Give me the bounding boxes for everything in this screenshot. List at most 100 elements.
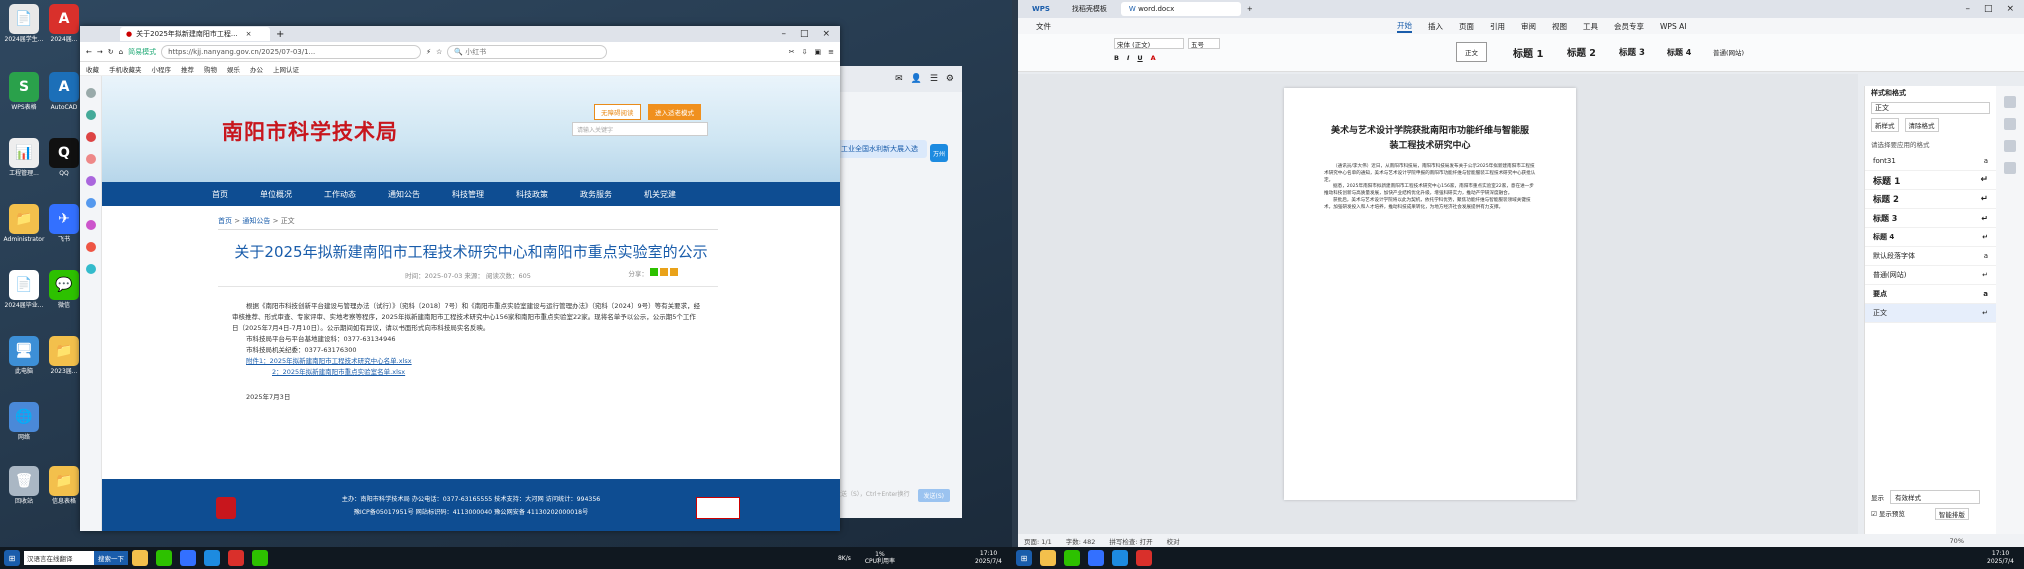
style-h3[interactable]: 标题 3 — [1610, 42, 1654, 62]
status-proof[interactable]: 校对 — [1167, 536, 1180, 546]
crumb-section[interactable]: 通知公告 — [242, 217, 270, 225]
maximize-icon[interactable]: □ — [800, 29, 809, 39]
menu-file[interactable]: 文件 — [1036, 21, 1051, 32]
menu-tools[interactable]: 工具 — [1583, 21, 1598, 32]
desktop-icon[interactable]: 📁 Administrator — [2, 204, 46, 243]
menu-ref[interactable]: 引用 — [1490, 21, 1505, 32]
desktop-icon[interactable]: 📄 2024届学生... — [2, 4, 46, 43]
bookmark-item[interactable]: 推荐 — [181, 64, 194, 74]
gear-icon[interactable]: ⚙ — [946, 74, 954, 84]
style-item[interactable]: 标题 2 ↵ — [1865, 190, 1996, 209]
italic-icon[interactable]: I — [1127, 54, 1129, 62]
menu-icon[interactable]: ≡ — [828, 48, 834, 56]
weibo-share-icon[interactable] — [670, 268, 678, 276]
windows-start-icon[interactable]: ⊞ — [4, 550, 20, 566]
tools-icon[interactable] — [2004, 162, 2016, 174]
document-page[interactable]: 美术与艺术设计学院获批南阳市功能纤维与智能服装工程技术研究中心 （通讯员/李大伟… — [1284, 88, 1576, 500]
chat-bubble[interactable]: 工业全国水利新大展入选 — [837, 140, 927, 158]
cert-badge[interactable]: 简易模式 — [128, 47, 156, 57]
bookmark-item[interactable]: 上网认证 — [273, 64, 299, 74]
star-icon[interactable]: ☆ — [436, 48, 442, 56]
pen-icon[interactable] — [2004, 96, 2016, 108]
sidebar-icon[interactable] — [85, 132, 96, 142]
gov-error-badge-icon[interactable] — [696, 497, 740, 519]
desktop-icon[interactable]: 🗑 回收站 — [2, 466, 46, 505]
desktop-icon[interactable]: 📊 工程管理... — [2, 138, 46, 177]
minimize-icon[interactable]: – — [781, 29, 786, 39]
menu-home[interactable]: 开始 — [1397, 20, 1412, 33]
font-size-select[interactable]: 五号 — [1188, 38, 1220, 49]
sidebar-icon[interactable] — [85, 154, 96, 164]
download-icon[interactable]: ⇩ — [802, 48, 808, 56]
barrier-free-button[interactable]: 无障碍阅读 — [594, 104, 641, 120]
scissors-icon[interactable]: ✂ — [789, 48, 795, 56]
font-name-select[interactable]: 宋体 (正文) — [1114, 38, 1184, 49]
style-item[interactable]: 普通(网站) ↵ — [1865, 266, 1996, 285]
wechat-icon[interactable] — [1064, 550, 1080, 566]
menu-page[interactable]: 页面 — [1459, 21, 1474, 32]
tab-doc[interactable]: W word.docx — [1120, 2, 1241, 16]
site-logo[interactable]: 南阳市科学技术局 — [222, 116, 398, 146]
chat-tag[interactable]: 万州 — [930, 144, 948, 162]
nav-item[interactable]: 机关党建 — [644, 189, 676, 200]
tab-wps[interactable]: WPS — [1024, 2, 1058, 16]
user-icon[interactable]: 👤 — [911, 74, 922, 84]
status-words[interactable]: 字数: 482 — [1066, 536, 1096, 546]
new-style-button[interactable]: 新样式 — [1871, 118, 1899, 132]
nav-item[interactable]: 首页 — [212, 189, 228, 200]
menu-view[interactable]: 视图 — [1552, 21, 1567, 32]
qq-share-icon[interactable] — [659, 268, 668, 276]
search-input[interactable]: 🔍 小红书 — [447, 44, 608, 59]
style-item[interactable]: 要点 a — [1865, 285, 1996, 304]
bookmark-item[interactable]: 手机收藏夹 — [109, 64, 142, 74]
style-item[interactable]: 标题 4 ↵ — [1865, 228, 1996, 247]
style-item[interactable]: 标题 3 ↵ — [1865, 209, 1996, 228]
bookmark-item[interactable]: 小程序 — [152, 64, 172, 74]
nav-item[interactable]: 科技政策 — [516, 189, 548, 200]
bolt-icon[interactable]: ⚡ — [426, 48, 431, 56]
home-icon[interactable]: ⌂ — [119, 48, 123, 56]
explorer-icon[interactable] — [1040, 550, 1056, 566]
style-normal[interactable]: 正文 — [1456, 42, 1487, 62]
bookmark-item[interactable]: 娱乐 — [227, 64, 240, 74]
taskbar-search-button[interactable]: 搜索一下 — [94, 551, 128, 565]
crumb-home[interactable]: 首页 — [218, 217, 232, 225]
zoom-level[interactable]: 70% — [1950, 537, 2024, 545]
sidebar-icon[interactable] — [85, 264, 96, 274]
tab-active[interactable]: ● 关于2025年拟新建南阳市工程... × — [120, 27, 270, 41]
back-icon[interactable]: ← — [86, 48, 92, 56]
mail-icon[interactable]: ✉ — [895, 74, 903, 84]
desktop-icon[interactable]: 🖥 此电脑 — [2, 336, 46, 375]
smart-layout-button[interactable]: 智能排版 — [1934, 508, 1969, 520]
font-color-icon[interactable]: A — [1151, 54, 1156, 62]
close-window-icon[interactable]: × — [822, 29, 830, 39]
style-item[interactable]: font31 a — [1865, 152, 1996, 171]
style-h1[interactable]: 标题 1 — [1504, 42, 1552, 62]
ai-icon[interactable] — [1088, 550, 1104, 566]
site-search-input[interactable]: 请输入关键字 — [572, 122, 708, 136]
new-tab-icon[interactable]: + — [1247, 5, 1253, 13]
adjust-icon[interactable] — [2004, 118, 2016, 130]
current-style-select[interactable]: 正文 — [1871, 102, 1990, 114]
menu-ai[interactable]: WPS AI — [1660, 22, 1686, 31]
nav-item[interactable]: 政务服务 — [580, 189, 612, 200]
minimize-icon[interactable]: – — [1965, 4, 1970, 14]
clock[interactable]: 17:10 2025/7/4 — [1987, 550, 2014, 566]
sidebar-icon[interactable] — [85, 242, 96, 252]
wps-icon[interactable] — [1136, 550, 1152, 566]
extension-icon[interactable]: ▣ — [815, 48, 822, 56]
menu-member[interactable]: 会员专享 — [1614, 21, 1644, 32]
explorer-icon[interactable] — [132, 550, 148, 566]
style-item-selected[interactable]: 正文 ↵ — [1865, 304, 1996, 323]
nav-item[interactable]: 单位概况 — [260, 189, 292, 200]
close-window-icon[interactable]: × — [2006, 4, 2014, 14]
bookmark-item[interactable]: 收藏 — [86, 64, 99, 74]
windows-start-icon[interactable]: ⊞ — [1016, 550, 1032, 566]
nav-item[interactable]: 通知公告 — [388, 189, 420, 200]
bookmark-item[interactable]: 办公 — [250, 64, 263, 74]
wechat-share-icon[interactable] — [649, 268, 658, 276]
style-h2[interactable]: 标题 2 — [1558, 42, 1605, 62]
menu-review[interactable]: 审阅 — [1521, 21, 1536, 32]
style-h4[interactable]: 标题 4 — [1658, 42, 1700, 62]
tab-template[interactable]: 找稻壳模板 — [1064, 2, 1115, 16]
